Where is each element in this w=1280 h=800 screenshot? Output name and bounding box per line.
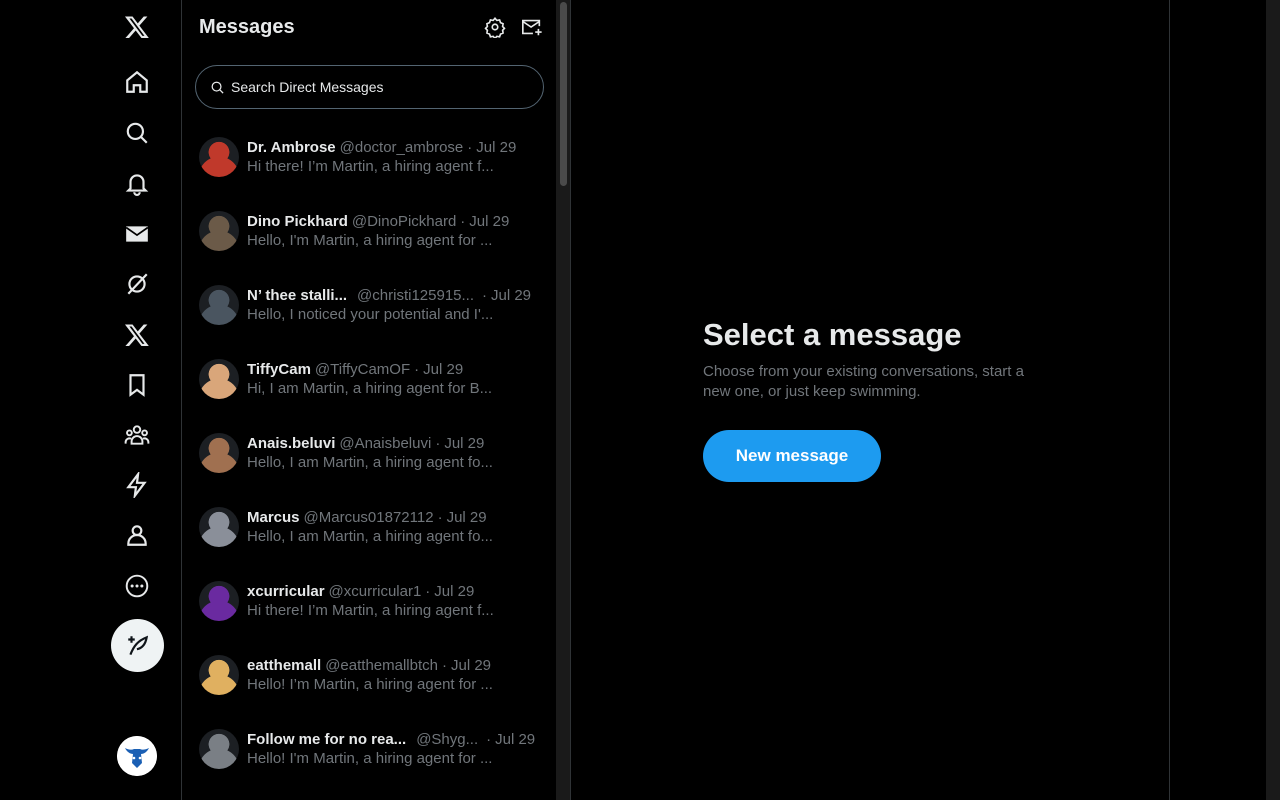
conversation-preview: Hello, I noticed your potential and I'..… xyxy=(247,306,494,323)
conversation-avatar xyxy=(199,507,239,547)
empty-state-title: Select a message xyxy=(703,317,962,352)
conversation-list: Dr. Ambrose @doctor_ambrose · Jul 29 Hi … xyxy=(183,119,556,785)
conversation-avatar xyxy=(199,211,239,251)
conversation-avatar xyxy=(199,285,239,325)
search-icon xyxy=(211,81,224,94)
conversation-handle: @xcurricular1 xyxy=(328,583,422,600)
compose-post-icon xyxy=(127,635,148,655)
separator-dot: · xyxy=(435,435,441,452)
messages-icon[interactable] xyxy=(112,209,162,259)
conversation-preview: Hi, I am Martin, a hiring agent for B... xyxy=(247,380,493,397)
scrollbar-thumb[interactable] xyxy=(560,2,567,186)
messages-panel: Messages Dr. Ambrose @doctor_ambrose · J… xyxy=(183,0,556,800)
conversation-handle: @christi125915... xyxy=(357,287,474,304)
conversation-avatar xyxy=(199,581,239,621)
new-message-icon[interactable] xyxy=(521,16,543,38)
separator-dot: · xyxy=(442,657,447,674)
compose-post-button[interactable] xyxy=(111,619,164,672)
messages-header: Messages xyxy=(199,12,295,42)
conversation-handle: @Anaisbeluvi xyxy=(339,435,432,452)
separator-dot: · xyxy=(437,509,443,526)
empty-state-subtitle: Choose from your existing conversations,… xyxy=(703,363,1024,400)
grok-icon[interactable] xyxy=(112,259,162,309)
conversation-name: Anais.beluvi xyxy=(247,435,336,452)
conversation-name: eatthemall xyxy=(247,657,322,674)
conversation-date: Jul 29 xyxy=(495,731,536,748)
conversation-detail-panel: Select a message Choose from your existi… xyxy=(572,0,1170,800)
conversation-item[interactable]: TiffyCam @TiffyCamOF · Jul 29 Hi, I am M… xyxy=(183,341,556,415)
profile-icon[interactable] xyxy=(112,510,162,560)
conversation-avatar xyxy=(199,433,239,473)
communities-icon[interactable] xyxy=(112,410,162,460)
conversation-preview: Hi there! I’m Martin, a hiring agent f..… xyxy=(247,602,494,619)
separator-dot: · xyxy=(467,139,473,156)
conversation-preview: Hello, I am Martin, a hiring agent fo... xyxy=(247,454,493,471)
conversation-date: Jul 29 xyxy=(491,287,532,304)
search-input[interactable] xyxy=(231,79,521,95)
bookmarks-icon[interactable] xyxy=(112,360,162,410)
empty-state: Select a message Choose from your existi… xyxy=(703,316,1043,402)
conversation-item[interactable]: N’ thee stalli... @christi125915... · Ju… xyxy=(183,267,556,341)
messages-title: Messages xyxy=(199,15,295,38)
account-avatar[interactable] xyxy=(117,736,157,776)
home-icon[interactable] xyxy=(112,57,162,107)
premium-icon[interactable] xyxy=(112,310,162,360)
conversation-date: Jul 29 xyxy=(423,361,464,378)
conversation-date: Jul 29 xyxy=(446,509,487,526)
conversation-avatar xyxy=(199,729,239,769)
conversation-avatar xyxy=(199,359,239,399)
conversation-item[interactable]: Dr. Ambrose @doctor_ambrose · Jul 29 Hi … xyxy=(183,119,556,193)
explore-icon[interactable] xyxy=(112,108,162,158)
conversation-handle: @Marcus01872112 xyxy=(303,509,434,526)
conversation-item[interactable]: Dino Pickhard @DinoPickhard · Jul 29 Hel… xyxy=(183,193,556,267)
conversation-date: Jul 29 xyxy=(476,139,517,156)
separator-dot: · xyxy=(486,731,492,748)
conversation-date: Jul 29 xyxy=(469,213,510,230)
conversation-item[interactable]: xcurricular @xcurricular1 · Jul 29 Hi th… xyxy=(183,563,556,637)
conversation-name: Marcus xyxy=(247,509,300,526)
separator-dot: · xyxy=(460,213,466,230)
conversation-name: xcurricular xyxy=(247,583,325,600)
conversation-date: Jul 29 xyxy=(444,435,485,452)
conversation-preview: Hi there! I’m Martin, a hiring agent f..… xyxy=(247,158,494,175)
conversation-date: Jul 29 xyxy=(434,583,475,600)
conversation-handle: @TiffyCamOF xyxy=(314,361,411,378)
verified-orgs-icon[interactable] xyxy=(112,460,162,510)
new-message-button[interactable]: New message xyxy=(703,430,881,482)
conversation-handle: @Shyg... xyxy=(416,731,479,748)
settings-gear-icon[interactable] xyxy=(484,16,506,40)
window-scrollbar[interactable] xyxy=(1266,0,1280,800)
conversation-item[interactable]: Follow me for no rea... @Shyg... · Jul 2… xyxy=(183,711,556,785)
notifications-icon[interactable] xyxy=(112,158,162,208)
conversation-name: Dr. Ambrose xyxy=(247,139,336,156)
conversation-preview: Hello, I am Martin, a hiring agent fo... xyxy=(247,528,493,545)
conversation-handle: @DinoPickhard xyxy=(351,213,457,230)
conversation-item[interactable]: eatthemall @eatthemallbtch · Jul 29 Hell… xyxy=(183,637,556,711)
conversation-name: TiffyCam xyxy=(247,361,311,378)
conversation-avatar xyxy=(199,655,239,695)
search-direct-messages[interactable] xyxy=(195,65,544,109)
conversation-preview: Hello, I'm Martin, a hiring agent for ..… xyxy=(247,232,493,249)
separator-dot: · xyxy=(414,361,420,378)
conversation-name: Follow me for no rea... xyxy=(247,731,407,748)
conversation-preview: Hello! I’m Martin, a hiring agent for ..… xyxy=(247,676,493,693)
conversation-item[interactable]: Anais.beluvi @Anaisbeluvi · Jul 29 Hello… xyxy=(183,415,556,489)
conversation-name: Dino Pickhard xyxy=(247,213,348,230)
conversation-name: N’ thee stalli... xyxy=(247,287,348,304)
conversation-preview: Hello! I'm Martin, a hiring agent for ..… xyxy=(247,750,493,767)
conversation-handle: @eatthemallbtch xyxy=(325,657,438,674)
x-logo-icon[interactable] xyxy=(112,2,162,52)
conversation-avatar xyxy=(199,137,239,177)
more-icon[interactable] xyxy=(112,561,162,611)
separator-dot: · xyxy=(425,583,431,600)
separator-dot: · xyxy=(482,287,487,304)
conversation-item[interactable]: Marcus @Marcus01872112 · Jul 29 Hello, I… xyxy=(183,489,556,563)
right-gutter xyxy=(1171,0,1266,800)
conversation-handle: @doctor_ambrose xyxy=(339,139,464,156)
conversation-date: Jul 29 xyxy=(451,657,492,674)
primary-nav xyxy=(0,0,182,800)
conversation-list-scrollbar[interactable] xyxy=(556,0,571,800)
